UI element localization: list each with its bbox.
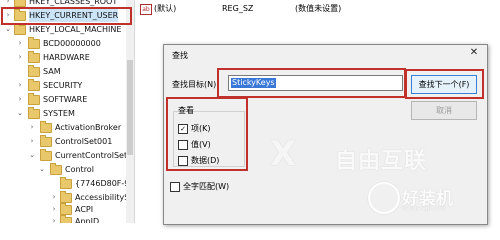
tree-item-label: ControlSet001: [55, 137, 113, 146]
folder-icon: [28, 79, 40, 91]
folder-icon: [14, 0, 26, 7]
checkbox-unchecked-icon[interactable]: [170, 182, 180, 192]
folder-icon: [28, 51, 40, 63]
annotation-box-look-at: [166, 97, 248, 171]
folder-icon: [60, 203, 72, 215]
tree-item-label: SOFTWARE: [43, 95, 88, 104]
tree-item-label: CurrentControlSet: [55, 151, 128, 160]
chevron-down-icon[interactable]: ⌄: [16, 107, 24, 120]
folder-icon: [14, 23, 26, 35]
chevron-right-icon[interactable]: ›: [28, 121, 36, 134]
folder-icon: [50, 163, 62, 175]
chevron-down-icon[interactable]: ⌄: [38, 163, 46, 176]
find-what-label: 查找目标(N):: [172, 80, 219, 89]
folder-icon: [40, 135, 52, 147]
value-data: (数值未设置): [295, 4, 342, 13]
annotation-box-find-input: [217, 68, 406, 98]
dialog-title: 查找: [172, 51, 188, 60]
tree-item-label: HARDWARE: [43, 53, 90, 62]
tree-item-label: ActivationBroker: [55, 123, 122, 132]
option-label: 全字匹配(W): [183, 182, 230, 191]
chevron-right-icon[interactable]: ›: [16, 79, 24, 92]
close-icon[interactable]: ✕: [461, 45, 487, 61]
folder-icon: [40, 149, 52, 161]
tree-item-label: SECURITY: [43, 81, 83, 90]
tree-item-label: SAM: [43, 67, 61, 76]
chevron-right-icon[interactable]: ›: [28, 135, 36, 148]
folder-icon: [28, 107, 40, 119]
registry-tree: › HKEY_CLASSES_ROOT › HKEY_CURRENT_USER …: [0, 0, 134, 223]
watermark-brand: 自由互联: [335, 149, 428, 174]
folder-icon: [60, 177, 72, 189]
value-type: REG_SZ: [222, 4, 254, 13]
watermark-circle-icon: [368, 182, 400, 214]
tree-item-label: Control: [65, 165, 94, 174]
chevron-right-icon[interactable]: ›: [16, 93, 24, 106]
tree-item-label: {7746D80F-9: [75, 179, 130, 188]
folder-icon: [28, 93, 40, 105]
chevron-right-icon[interactable]: ›: [50, 215, 58, 223]
folder-icon: [28, 37, 40, 49]
tree-scrollbar-thumb[interactable]: [127, 60, 133, 155]
folder-icon: [60, 215, 72, 223]
tree-item-label: BCD00000000: [43, 39, 101, 48]
chevron-right-icon[interactable]: ›: [16, 37, 24, 50]
watermark-url: hzhuangji.com: [402, 205, 446, 212]
chevron-down-icon[interactable]: ⌄: [28, 149, 36, 162]
value-name: (默认): [154, 4, 177, 13]
watermark-logo: X: [270, 134, 297, 174]
tree-item-label: SYSTEM: [43, 109, 75, 118]
folder-icon: [28, 65, 40, 77]
folder-icon: [40, 121, 52, 133]
folder-icon: [60, 191, 72, 203]
annotation-box-find-next: [405, 69, 484, 99]
pane-divider[interactable]: [134, 0, 135, 223]
cancel-button[interactable]: 取消: [411, 101, 477, 120]
annotation-box-current-user: [1, 7, 132, 25]
string-value-icon: ab: [140, 4, 152, 15]
chevron-right-icon[interactable]: ›: [16, 51, 24, 64]
tree-item-label: AppID: [75, 217, 100, 223]
